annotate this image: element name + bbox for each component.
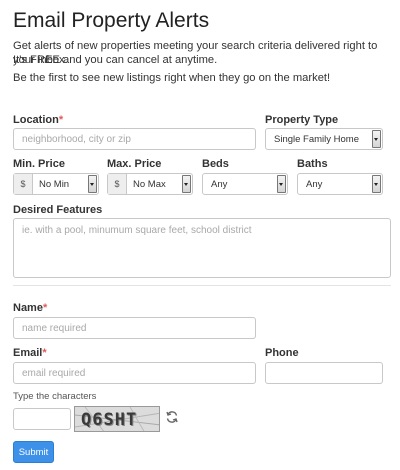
beds-select[interactable]: Any: [202, 173, 288, 195]
max-price-label: Max. Price: [107, 158, 162, 170]
dropdown-arrow-icon: [372, 130, 381, 148]
baths-value: Any: [306, 178, 323, 190]
location-input[interactable]: [13, 128, 256, 150]
baths-label: Baths: [297, 158, 328, 170]
email-input[interactable]: [13, 362, 256, 384]
page-title: Email Property Alerts: [13, 9, 210, 32]
property-type-select[interactable]: Single Family Home: [265, 128, 383, 150]
dropdown-arrow-icon: [88, 175, 97, 193]
phone-input[interactable]: [265, 362, 383, 384]
dropdown-arrow-icon: [277, 175, 286, 193]
dollar-addon: $: [108, 174, 127, 194]
dropdown-arrow-icon: [182, 175, 191, 193]
dropdown-arrow-icon: [372, 175, 381, 193]
divider: [13, 285, 391, 286]
required-mark: *: [42, 347, 47, 359]
property-type-value: Single Family Home: [274, 133, 359, 145]
name-label: Name*: [13, 302, 48, 314]
required-mark: *: [58, 114, 64, 126]
desired-features-input[interactable]: [13, 218, 391, 278]
refresh-icon[interactable]: [165, 410, 179, 424]
intro-line-3: Be the first to see new listings right w…: [13, 72, 331, 84]
beds-value: Any: [211, 178, 228, 190]
captcha-input[interactable]: [13, 408, 71, 430]
captcha-label: Type the characters: [13, 391, 97, 402]
property-type-label: Property Type: [265, 114, 339, 126]
submit-button[interactable]: Submit: [13, 441, 54, 463]
min-price-select[interactable]: $ No Min: [13, 173, 99, 195]
max-price-value: No Max: [133, 178, 166, 190]
max-price-select[interactable]: $ No Max: [107, 173, 193, 195]
captcha-image: Q6SHT: [74, 406, 160, 432]
email-label: Email*: [13, 347, 47, 359]
name-input[interactable]: [13, 317, 256, 339]
location-label: Location*: [13, 114, 64, 126]
min-price-value: No Min: [39, 178, 70, 190]
required-mark: *: [42, 302, 48, 314]
dollar-addon: $: [14, 174, 33, 194]
beds-label: Beds: [202, 158, 229, 170]
phone-label: Phone: [265, 347, 299, 359]
intro-line-2: It's FREE and you can cancel at anytime.: [13, 54, 218, 66]
baths-select[interactable]: Any: [297, 173, 383, 195]
captcha-code: Q6SHT: [81, 410, 138, 430]
min-price-label: Min. Price: [13, 158, 65, 170]
desired-features-label: Desired Features: [13, 204, 103, 216]
